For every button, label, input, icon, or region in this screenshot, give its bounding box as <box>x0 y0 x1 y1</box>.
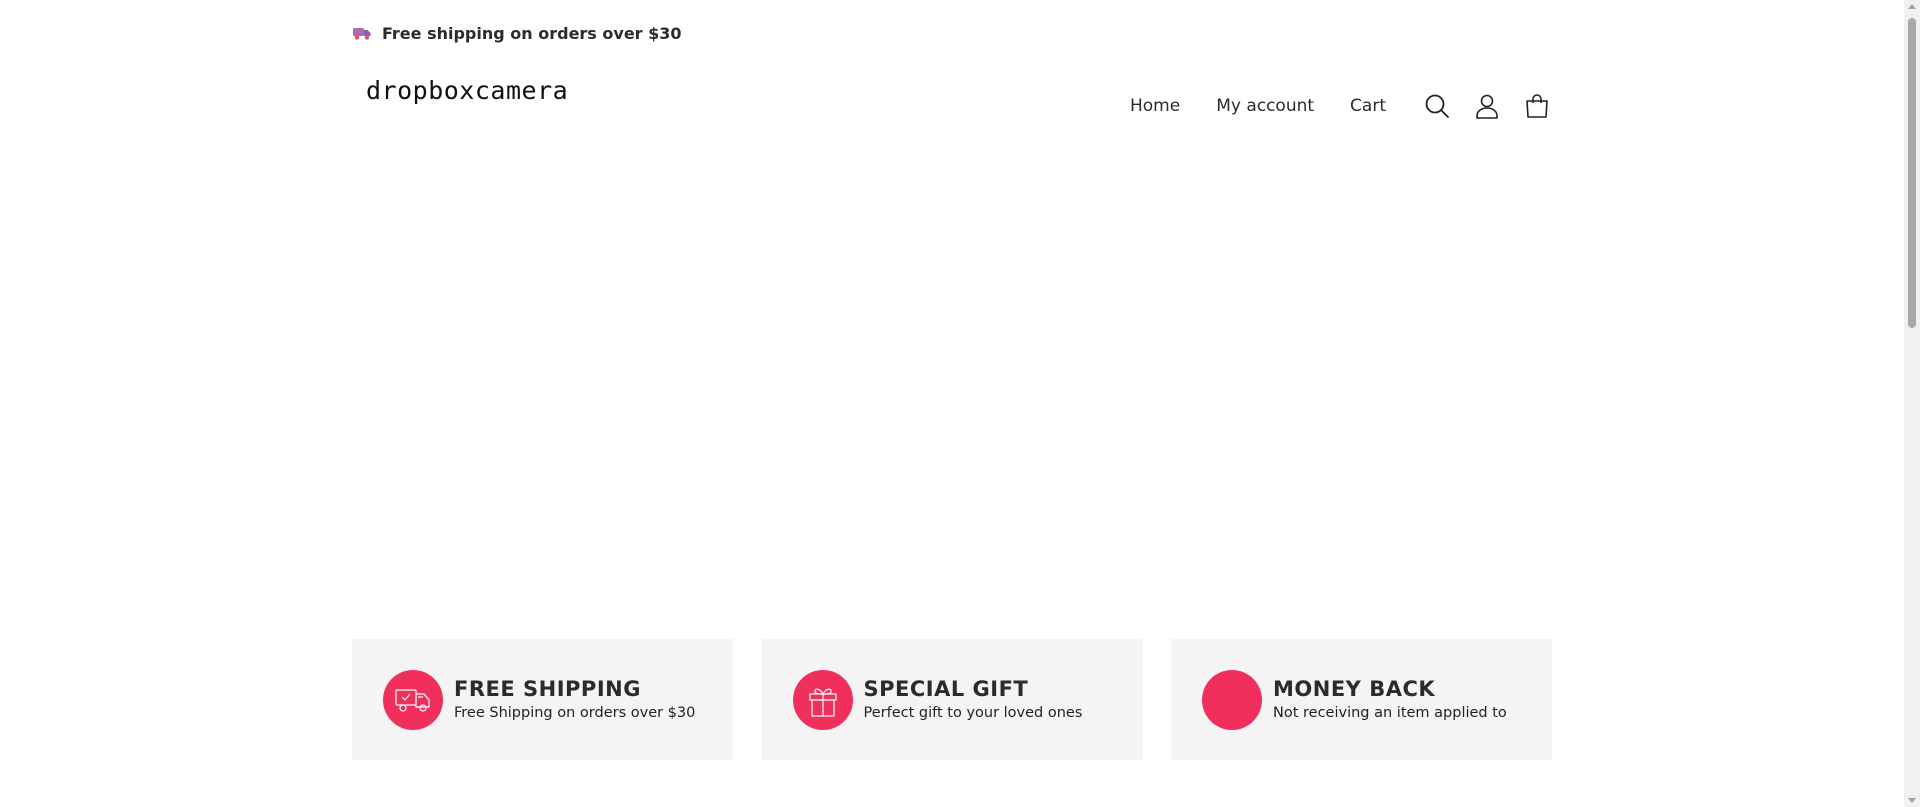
nav-link-cart[interactable]: Cart <box>1350 96 1386 116</box>
feature-title: MONEY BACK <box>1273 677 1436 701</box>
main-nav: Home My account Cart <box>1130 86 1552 126</box>
feature-title: SPECIAL GIFT <box>863 677 1029 701</box>
money-back-icon <box>1202 669 1262 730</box>
delivery-truck-icon <box>395 688 430 712</box>
feature-card-free-shipping: FREE SHIPPING Free Shipping on orders ov… <box>352 639 733 760</box>
page-scrollbar[interactable] <box>1904 0 1920 807</box>
scroll-up-arrow-icon[interactable] <box>1908 4 1916 9</box>
announcement-text: Free shipping on orders over $30 <box>382 23 682 43</box>
hero-banner <box>352 150 1552 620</box>
gift-icon <box>808 688 837 717</box>
site-header: dropboxcamera Home My account Cart <box>352 66 1552 136</box>
feature-card-special-gift: SPECIAL GIFT Perfect gift to your loved … <box>761 639 1143 760</box>
cart-button[interactable] <box>1522 91 1552 121</box>
feature-description: Perfect gift to your loved ones <box>863 705 1083 721</box>
nav-link-my-account[interactable]: My account <box>1216 96 1314 116</box>
feature-description: Free Shipping on orders over $30 <box>454 705 696 721</box>
user-icon <box>1476 94 1498 119</box>
feature-icon-badge <box>792 669 853 730</box>
scrollbar-thumb[interactable] <box>1908 18 1916 328</box>
search-icon <box>1425 94 1449 118</box>
site-logo[interactable]: dropboxcamera <box>366 76 568 105</box>
announcement-bar: Free shipping on orders over $30 <box>352 20 682 46</box>
page: Free shipping on orders over $30 dropbox… <box>0 0 1904 807</box>
search-button[interactable] <box>1422 91 1452 121</box>
scroll-down-arrow-icon[interactable] <box>1908 798 1916 803</box>
feature-icon-badge <box>383 669 443 730</box>
shopping-bag-icon <box>1526 94 1548 118</box>
truck-icon <box>352 25 372 41</box>
feature-title: FREE SHIPPING <box>454 677 641 701</box>
feature-strip: FREE SHIPPING Free Shipping on orders ov… <box>352 639 1552 760</box>
nav-link-home[interactable]: Home <box>1130 96 1180 116</box>
feature-card-money-back: MONEY BACK Not receiving an item applied… <box>1171 639 1552 760</box>
feature-description: Not receiving an item applied to <box>1273 705 1507 721</box>
account-button[interactable] <box>1472 91 1502 121</box>
